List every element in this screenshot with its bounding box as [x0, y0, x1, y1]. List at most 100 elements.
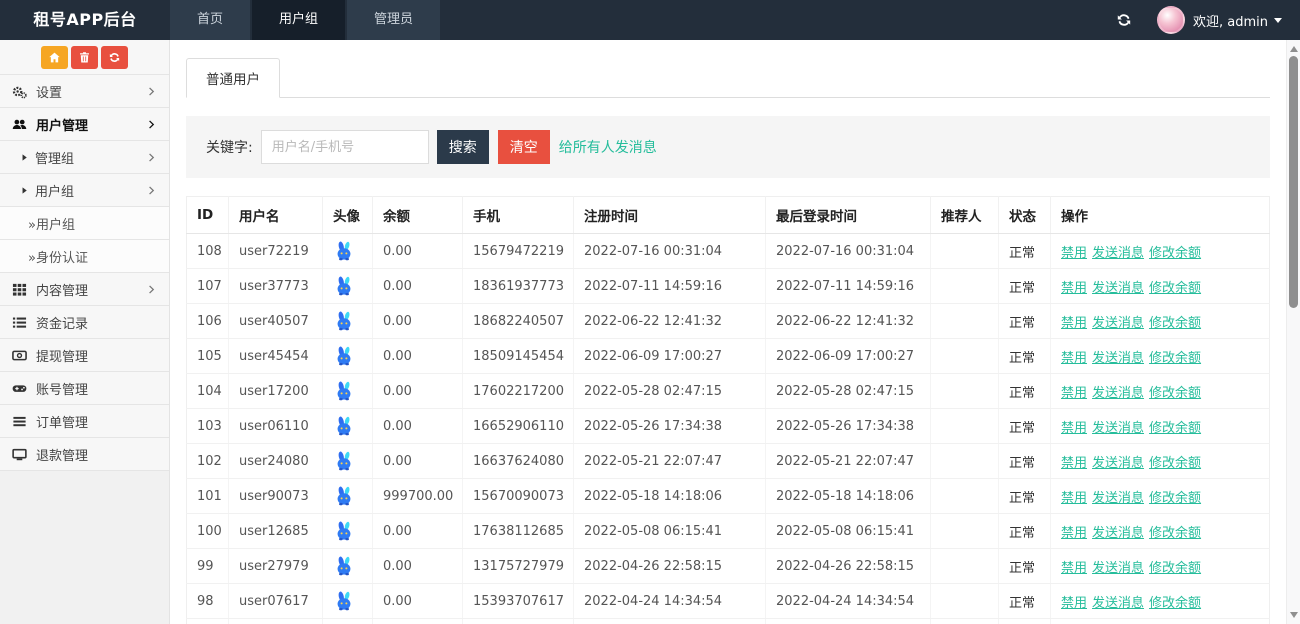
disable-link[interactable]: 禁用	[1061, 351, 1087, 366]
sidebar-item-label: 资金记录	[36, 313, 157, 332]
disable-link[interactable]: 禁用	[1061, 281, 1087, 296]
rabbit-avatar-icon	[333, 380, 355, 402]
rabbit-avatar-icon	[333, 555, 355, 577]
modify-balance-link[interactable]: 修改余额	[1149, 456, 1201, 471]
disable-link[interactable]: 禁用	[1061, 596, 1087, 611]
send-message-link[interactable]: 发送消息	[1092, 351, 1144, 366]
cell-balance: 0.00	[373, 549, 463, 584]
sidebar-item-label: 退款管理	[36, 445, 157, 464]
bars-icon	[12, 414, 27, 429]
send-message-link[interactable]: 发送消息	[1092, 491, 1144, 506]
sidebar-item-0[interactable]: 设置	[0, 75, 169, 108]
cell-last-login: 2022-05-08 06:15:41	[766, 514, 931, 549]
status-text: 正常	[999, 269, 1051, 304]
sidebar-item-3[interactable]: 用户组	[0, 174, 169, 207]
sidebar-item-2[interactable]: 管理组	[0, 141, 169, 174]
cell-last-login: 2022-07-16 00:31:04	[766, 234, 931, 269]
sidebar-item-label: 用户管理	[36, 115, 146, 134]
disable-link[interactable]: 禁用	[1061, 421, 1087, 436]
scrollbar-down-arrow[interactable]	[1290, 612, 1298, 618]
refresh-icon[interactable]	[1109, 0, 1139, 40]
col-actions: 操作	[1051, 197, 1270, 234]
sidebar-item-8[interactable]: 提现管理	[0, 339, 169, 372]
table-row: 正常 禁用发送消息修改余额	[187, 619, 1270, 624]
navbar-tab-0[interactable]: 首页	[170, 0, 250, 40]
cell-avatar	[323, 584, 373, 619]
keyword-input[interactable]	[261, 130, 429, 164]
grid-icon	[12, 282, 27, 297]
sidebar-item-7[interactable]: 资金记录	[0, 306, 169, 339]
cell-reg-time: 2022-04-26 22:58:15	[574, 549, 766, 584]
send-message-link[interactable]: 发送消息	[1092, 596, 1144, 611]
sidebar-item-11[interactable]: 退款管理	[0, 438, 169, 471]
scrollbar-thumb[interactable]	[1289, 56, 1298, 308]
modify-balance-link[interactable]: 修改余额	[1149, 526, 1201, 541]
sidebar-item-9[interactable]: 账号管理	[0, 372, 169, 405]
modify-balance-link[interactable]: 修改余额	[1149, 351, 1201, 366]
send-message-link[interactable]: 发送消息	[1092, 316, 1144, 331]
modify-balance-link[interactable]: 修改余额	[1149, 561, 1201, 576]
send-message-link[interactable]: 发送消息	[1092, 246, 1144, 261]
cell-username: user24080	[229, 444, 323, 479]
home-button[interactable]	[41, 46, 68, 69]
navbar-tab-1[interactable]: 用户组	[252, 0, 345, 40]
trash-button[interactable]	[71, 46, 98, 69]
modify-balance-link[interactable]: 修改余额	[1149, 491, 1201, 506]
modify-balance-link[interactable]: 修改余额	[1149, 596, 1201, 611]
cell-last-login: 2022-05-18 14:18:06	[766, 479, 931, 514]
disable-link[interactable]: 禁用	[1061, 246, 1087, 261]
modify-balance-link[interactable]: 修改余额	[1149, 281, 1201, 296]
broadcast-message-link[interactable]: 给所有人发消息	[559, 137, 657, 157]
sidebar-item-6[interactable]: 内容管理	[0, 273, 169, 306]
send-message-link[interactable]: 发送消息	[1092, 421, 1144, 436]
cell-reg-time: 2022-05-21 22:07:47	[574, 444, 766, 479]
cell-actions: 禁用发送消息修改余额	[1051, 444, 1270, 479]
sidebar-item-10[interactable]: 订单管理	[0, 405, 169, 438]
scrollbar-up-arrow[interactable]	[1290, 46, 1298, 52]
sidebar-quick-buttons	[0, 40, 169, 75]
sidebar: 设置 用户管理 管理组 用户组 »用户组 »身份认证 内容管理 资金记录 提现管…	[0, 40, 170, 624]
status-text: 正常	[999, 549, 1051, 584]
modify-balance-link[interactable]: 修改余额	[1149, 316, 1201, 331]
user-menu[interactable]: 欢迎, admin	[1193, 11, 1282, 30]
table-row: 104 user17200 0.00 17602217200 2022-05-2…	[187, 374, 1270, 409]
chevron-right-icon	[146, 284, 157, 295]
cell-avatar	[323, 269, 373, 304]
sidebar-item-5[interactable]: »身份认证	[0, 240, 169, 273]
user-avatar[interactable]	[1157, 6, 1185, 34]
disable-link[interactable]: 禁用	[1061, 456, 1087, 471]
cell-avatar	[323, 514, 373, 549]
tab-normal-users[interactable]: 普通用户	[186, 58, 280, 98]
search-button[interactable]: 搜索	[437, 130, 489, 164]
disable-link[interactable]: 禁用	[1061, 316, 1087, 331]
send-message-link[interactable]: 发送消息	[1092, 281, 1144, 296]
clear-cache-button[interactable]	[101, 46, 128, 69]
cell-id: 102	[187, 444, 229, 479]
send-message-link[interactable]: 发送消息	[1092, 386, 1144, 401]
status-text: 正常	[999, 619, 1051, 624]
modify-balance-link[interactable]: 修改余额	[1149, 421, 1201, 436]
cell-username: user40507	[229, 304, 323, 339]
send-message-link[interactable]: 发送消息	[1092, 456, 1144, 471]
modify-balance-link[interactable]: 修改余额	[1149, 386, 1201, 401]
cell-referrer	[931, 409, 999, 444]
modify-balance-link[interactable]: 修改余额	[1149, 246, 1201, 261]
cell-phone: 17638112685	[463, 514, 574, 549]
col-balance: 余额	[373, 197, 463, 234]
send-message-link[interactable]: 发送消息	[1092, 561, 1144, 576]
cell-username: user27979	[229, 549, 323, 584]
cell-avatar	[323, 619, 373, 624]
cell-last-login: 2022-05-21 22:07:47	[766, 444, 931, 479]
vertical-scrollbar[interactable]	[1286, 40, 1300, 624]
disable-link[interactable]: 禁用	[1061, 491, 1087, 506]
sidebar-item-1[interactable]: 用户管理	[0, 108, 169, 141]
sidebar-item-4[interactable]: »用户组	[0, 207, 169, 240]
disable-link[interactable]: 禁用	[1061, 526, 1087, 541]
caret-icon	[20, 186, 29, 195]
navbar-tab-2[interactable]: 管理员	[347, 0, 440, 40]
rabbit-avatar-icon	[333, 240, 355, 262]
clear-button[interactable]: 清空	[498, 130, 550, 164]
send-message-link[interactable]: 发送消息	[1092, 526, 1144, 541]
disable-link[interactable]: 禁用	[1061, 386, 1087, 401]
disable-link[interactable]: 禁用	[1061, 561, 1087, 576]
